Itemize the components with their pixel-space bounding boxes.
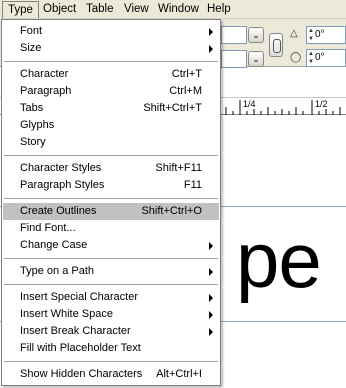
scale-x-field[interactable] [221,26,247,44]
menu-item-label: Change Case [20,239,88,251]
menu-item-paragraph[interactable]: Paragraph Ctrl+M [3,83,219,100]
menu-item-label: Insert Special Character [20,291,138,303]
menu-item-shortcut: F11 [183,179,202,191]
menu-item-label: Paragraph Styles [20,179,105,191]
menu-item-glyphs[interactable]: Glyphs [3,117,219,134]
submenu-arrow-icon [209,28,213,36]
menu-item-story[interactable]: Story [3,134,219,151]
menu-window[interactable]: Window [153,1,204,18]
shear-icon: ◯ [290,52,302,63]
menu-item-tabs[interactable]: Tabs Shift+Ctrl+T [3,100,219,117]
submenu-arrow-icon [209,328,213,336]
menu-item-shortcut: Shift+F11 [155,162,202,174]
menu-separator [4,284,218,285]
menu-item-label: Font [20,25,43,37]
menu-view[interactable]: View [119,1,154,18]
menu-item-shortcut: Alt+Ctrl+I [156,368,202,380]
menu-separator [4,155,218,156]
rotation-angle-field[interactable]: ▲ ▼0° [306,26,346,44]
submenu-arrow-icon [209,268,213,276]
menu-item-size[interactable]: Size [3,40,219,57]
menu-object[interactable]: Object [38,1,81,18]
submenu-arrow-icon [209,242,213,250]
menu-item-label: Story [20,136,46,148]
ruler-label: 1/2 [315,99,328,109]
menu-separator [4,258,218,259]
menu-item-label: Character Styles [20,162,102,174]
menu-item-shortcut: Ctrl+M [169,85,202,97]
menu-help[interactable]: Help [202,1,236,18]
submenu-arrow-icon [209,311,213,319]
menu-item-paragraph-styles[interactable]: Paragraph Styles F11 [3,177,219,194]
shear-angle-value: 0° [315,52,325,63]
menu-separator [4,61,218,62]
menu-item-shortcut: Shift+Ctrl+T [143,102,202,114]
menu-item-type-on-a-path[interactable]: Type on a Path [3,263,219,280]
menu-separator [4,361,218,362]
menu-item-character[interactable]: Character Ctrl+T [3,66,219,83]
scale-y-field[interactable] [221,50,247,68]
menu-item-label: Paragraph [20,85,72,97]
menu-item-change-case[interactable]: Change Case [3,237,219,254]
scale-x-dropdown[interactable]: ⌄ [248,27,264,43]
menu-item-label: Find Font... [20,222,76,234]
submenu-arrow-icon [209,45,213,53]
rotate-icon: △ [290,28,298,39]
menu-table[interactable]: Table [81,1,119,18]
menu-item-label: Insert White Space [20,308,113,320]
text-frame-content[interactable]: pe [236,221,322,299]
menu-item-create-outlines[interactable]: Create Outlines Shift+Ctrl+O [3,203,219,220]
menu-item-insert-special-character[interactable]: Insert Special Character [3,289,219,306]
menu-item-label: Character [20,68,69,80]
menu-item-shortcut: Shift+Ctrl+O [141,205,202,217]
menu-item-insert-break-character[interactable]: Insert Break Character [3,323,219,340]
menu-item-character-styles[interactable]: Character Styles Shift+F11 [3,160,219,177]
submenu-arrow-icon [209,294,213,302]
menu-item-show-hidden-characters[interactable]: Show Hidden Characters Alt+Ctrl+I [3,366,219,383]
menu-item-insert-white-space[interactable]: Insert White Space [3,306,219,323]
menu-separator [4,198,218,199]
menu-item-font[interactable]: Font [3,23,219,40]
menu-item-label: Create Outlines [20,205,97,217]
menu-item-label: Tabs [20,102,44,114]
rotation-angle-value: 0° [315,29,325,40]
shear-angle-field[interactable]: ▲ ▼0° [306,49,346,67]
menu-item-label: Insert Break Character [20,325,131,337]
scale-y-dropdown[interactable]: ⌄ [248,51,264,67]
menu-item-label: Type on a Path [20,265,94,277]
ruler-label: 1/4 [243,99,256,109]
constrain-proportions-icon[interactable] [269,33,283,57]
menu-item-label: Fill with Placeholder Text [20,342,141,354]
menu-item-find-font[interactable]: Find Font... [3,220,219,237]
menu-item-label: Show Hidden Characters [20,368,143,380]
menu-item-shortcut: Ctrl+T [171,68,202,80]
menu-item-fill-with-placeholder-text[interactable]: Fill with Placeholder Text [3,340,219,357]
menu-type[interactable]: Type [2,1,39,18]
menu-bar: Type Object Table View Window Help [0,0,346,19]
menu-item-label: Glyphs [20,119,55,131]
type-menu-dropdown: Font Size Character Ctrl+T Paragraph Ctr… [1,19,221,386]
menu-item-label: Size [20,42,42,54]
